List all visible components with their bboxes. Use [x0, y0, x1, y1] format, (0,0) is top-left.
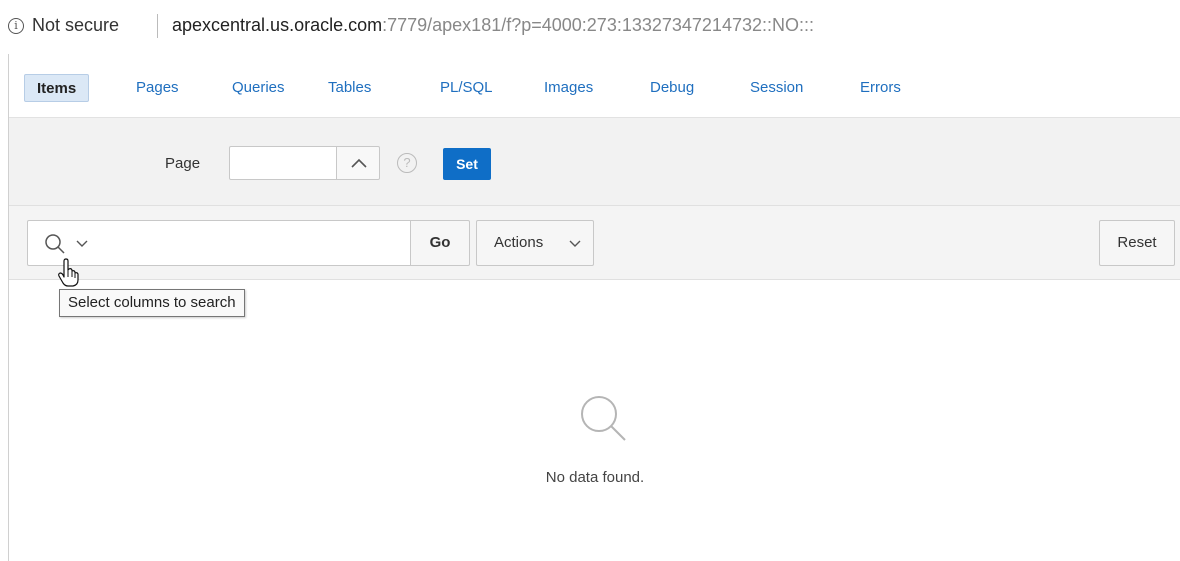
tooltip: Select columns to search — [59, 289, 245, 317]
chevron-up-icon — [351, 158, 367, 168]
no-data-search-icon — [581, 396, 626, 441]
tab-session[interactable]: Session — [738, 74, 815, 102]
tab-images[interactable]: Images — [532, 74, 605, 102]
address-divider — [157, 14, 158, 38]
set-button[interactable]: Set — [443, 148, 491, 180]
url-path: :7779/apex181/f?p=4000:273:1332734721473… — [382, 15, 814, 35]
url-host: apexcentral.us.oracle.com — [172, 15, 383, 35]
address-bar[interactable]: i Not secure apexcentral.us.oracle.com:7… — [0, 0, 1180, 54]
actions-button[interactable]: Actions — [476, 220, 594, 266]
tab-items[interactable]: Items — [24, 74, 90, 102]
tab-plsql[interactable]: PL/SQL — [428, 74, 505, 102]
info-icon[interactable]: i — [8, 18, 24, 34]
hand-cursor-icon — [58, 258, 79, 287]
tab-errors[interactable]: Errors — [848, 74, 913, 102]
app-frame: Items Pages Queries Tables PL/SQL Images… — [8, 54, 1180, 561]
tab-debug[interactable]: Debug — [638, 74, 706, 102]
page-up-button[interactable] — [336, 146, 380, 180]
security-status[interactable]: Not secure — [32, 15, 119, 36]
page-number-input[interactable] — [229, 146, 337, 180]
help-icon[interactable]: ? — [397, 153, 417, 173]
go-button[interactable]: Go — [410, 220, 470, 266]
tab-bar: Items Pages Queries Tables PL/SQL Images… — [9, 54, 1180, 118]
page-selector-region: Page ? Set — [9, 118, 1180, 206]
report-toolbar: Go Actions Reset — [9, 206, 1180, 280]
tab-queries[interactable]: Queries — [220, 74, 297, 102]
chevron-down-icon — [76, 240, 88, 247]
search-icon — [45, 234, 65, 254]
tab-tables[interactable]: Tables — [316, 74, 383, 102]
search-input[interactable] — [110, 220, 411, 266]
no-data-message: No data found. — [545, 469, 645, 486]
page-label: Page — [165, 155, 201, 172]
url-text[interactable]: apexcentral.us.oracle.com:7779/apex181/f… — [172, 15, 814, 36]
actions-label: Actions — [494, 234, 544, 251]
reset-button[interactable]: Reset — [1099, 220, 1175, 266]
tab-pages[interactable]: Pages — [124, 74, 191, 102]
chevron-down-icon — [569, 240, 581, 247]
